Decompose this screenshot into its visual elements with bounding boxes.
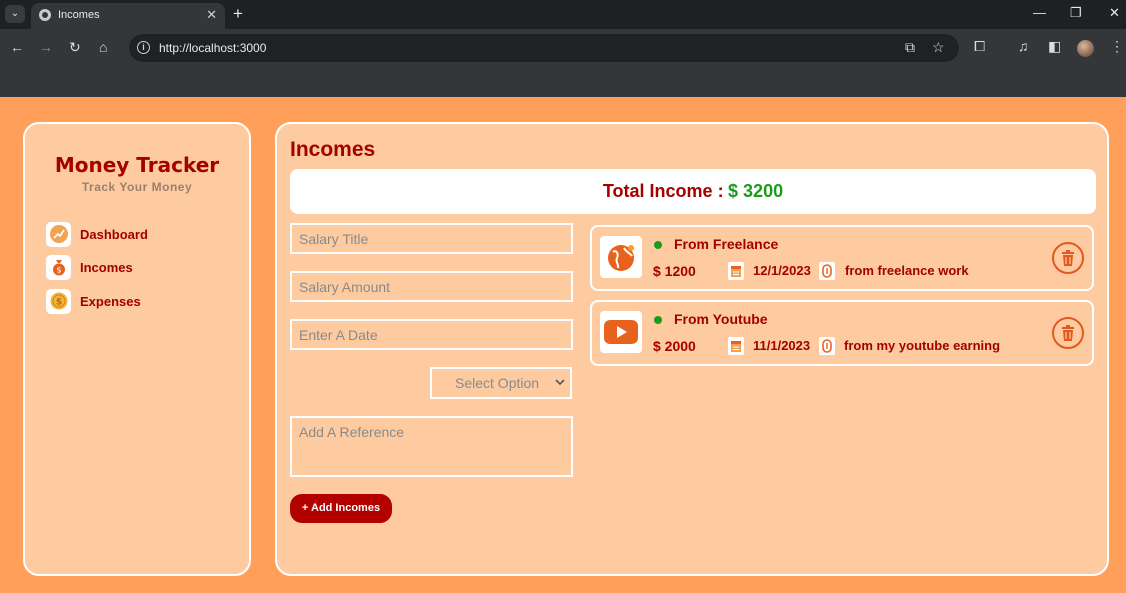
income-amount: $ 1200 [653, 263, 696, 279]
delete-button[interactable] [1052, 242, 1084, 274]
tab-search-icon[interactable]: ⌄ [5, 5, 25, 23]
media-icon[interactable]: ♫ [1018, 38, 1029, 54]
calendar-icon [728, 337, 744, 355]
trash-icon [1062, 250, 1074, 266]
home-icon[interactable]: ⌂ [99, 39, 107, 55]
browser-tab[interactable]: Incomes ✕ [31, 3, 225, 29]
select-value: Select Option [455, 375, 540, 391]
income-card: From Youtube $ 2000 11/1/2023 from my yo… [590, 300, 1094, 366]
status-dot [654, 316, 662, 324]
minimize-icon[interactable]: — [1033, 5, 1046, 20]
globe-icon [39, 9, 51, 21]
calendar-icon [728, 262, 744, 280]
url-text[interactable]: http://localhost:3000 [159, 41, 266, 55]
delete-button[interactable] [1052, 317, 1084, 349]
income-date: 12/1/2023 [753, 263, 811, 278]
trash-icon [1062, 325, 1074, 341]
reload-icon[interactable]: ↻ [69, 39, 81, 56]
status-dot [654, 241, 662, 249]
sidebar: Money Tracker Track Your Money Dashboard… [23, 122, 251, 576]
reference-placeholder: Add A Reference [299, 424, 405, 440]
reference-textarea[interactable]: Add A Reference [290, 416, 573, 477]
address-bar[interactable]: i http://localhost:3000 ⧉ ☆ [129, 34, 959, 62]
income-date: 11/1/2023 [753, 338, 811, 353]
browser-toolbar: ← → ↻ ⌂ i http://localhost:3000 ⧉ ☆ ⧠ ♫ … [0, 29, 1126, 68]
close-window-icon[interactable]: ✕ [1109, 5, 1120, 21]
sidebar-item-incomes[interactable]: $ Incomes [46, 254, 133, 280]
main-panel: Incomes Total Income : $ 3200 Select Opt… [275, 122, 1109, 576]
add-income-button[interactable]: + Add Incomes [290, 494, 392, 523]
income-title: From Freelance [674, 236, 779, 252]
star-icon[interactable]: ☆ [932, 39, 945, 56]
chart-icon [46, 221, 71, 247]
svg-text:$: $ [55, 298, 61, 308]
sidebar-item-label: Expenses [80, 293, 141, 309]
total-income-box: Total Income : $ 3200 [290, 169, 1096, 214]
extensions-icon[interactable]: ⧠ [974, 38, 985, 55]
app-subtitle: Track Your Money [81, 180, 193, 194]
restore-icon[interactable]: ❐ [1070, 5, 1082, 21]
app-title: Money Tracker [54, 153, 220, 177]
total-income-value: $ 3200 [728, 181, 784, 201]
salary-amount-input[interactable] [290, 271, 573, 302]
sidebar-item-label: Incomes [80, 259, 133, 275]
close-icon[interactable]: ✕ [206, 7, 217, 23]
back-icon[interactable]: ← [10, 39, 24, 55]
money-bag-icon: $ [46, 254, 71, 280]
youtube-icon [600, 311, 642, 353]
globe-icon [600, 236, 642, 278]
forward-icon[interactable]: → [39, 39, 53, 55]
coin-icon: $ [46, 288, 71, 314]
avatar[interactable] [1077, 40, 1094, 57]
tab-title: Incomes [58, 9, 100, 21]
info-icon[interactable]: i [137, 41, 150, 54]
income-card: From Freelance $ 1200 12/1/2023 from fre… [590, 225, 1094, 291]
sidebar-item-expenses[interactable]: $ Expenses [46, 288, 141, 314]
income-reference: from my youtube earning [844, 338, 1001, 353]
date-input[interactable] [290, 319, 573, 350]
comment-icon [819, 262, 835, 280]
total-income-label: Total Income : [602, 181, 724, 201]
sidebar-item-label: Dashboard [80, 226, 148, 242]
plus-icon[interactable]: + [233, 4, 243, 24]
sidebar-item-dashboard[interactable]: Dashboard [46, 221, 148, 247]
income-reference: from freelance work [845, 263, 969, 278]
toolbar-strip [0, 68, 1126, 97]
open-in-app-icon[interactable]: ⧉ [905, 39, 915, 56]
income-title: From Youtube [674, 311, 768, 327]
side-panel-icon[interactable]: ◧ [1048, 38, 1061, 55]
chevron-down-icon [555, 379, 565, 386]
salary-title-input[interactable] [290, 223, 573, 254]
svg-text:$: $ [56, 266, 61, 275]
browser-tab-bar: ⌄ Incomes ✕ + — ❐ ✕ [0, 0, 1126, 29]
page-title: Incomes [290, 138, 376, 161]
category-select[interactable]: Select Option [430, 367, 572, 399]
comment-icon [819, 337, 835, 355]
income-amount: $ 2000 [653, 338, 696, 354]
menu-icon[interactable]: ⋮ [1110, 38, 1124, 55]
